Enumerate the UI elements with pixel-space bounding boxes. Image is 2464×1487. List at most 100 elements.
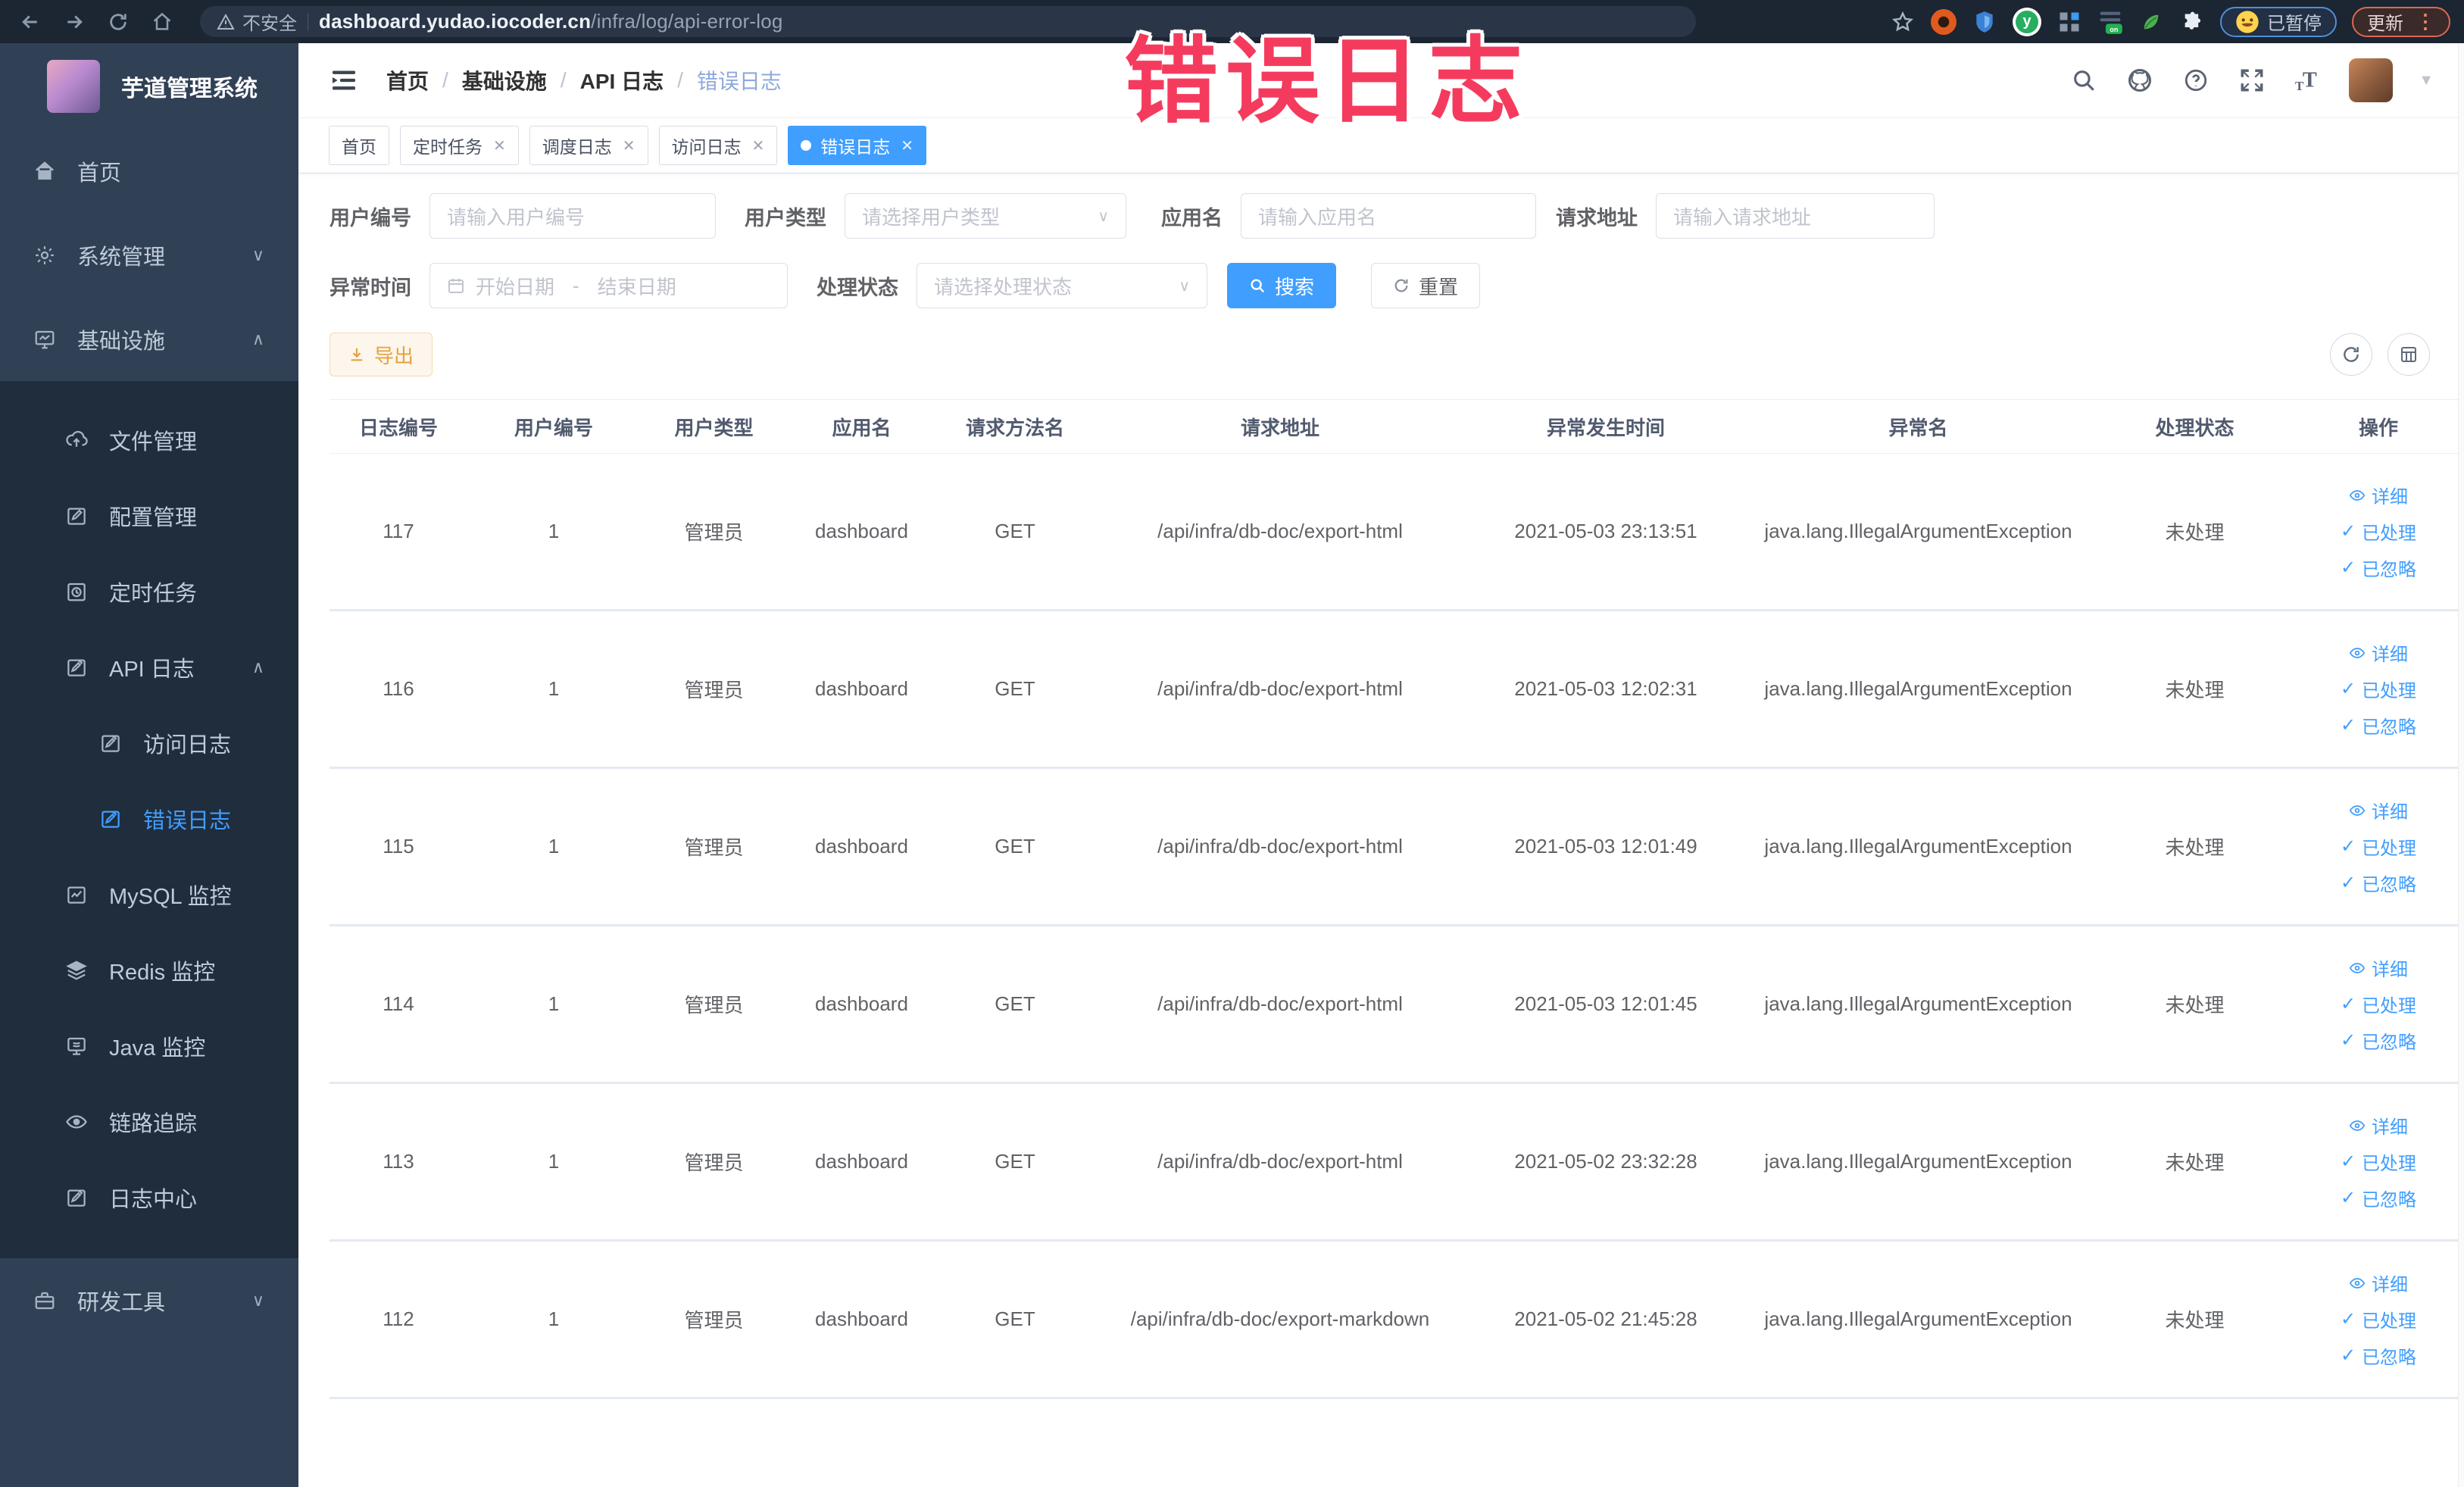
tag-访问日志[interactable]: 访问日志 ✕ [658, 126, 778, 165]
request-url-input[interactable]: 请输入请求地址 [1656, 193, 1935, 239]
mark-processed-link[interactable]: ✓ 已处理 [2341, 1306, 2416, 1332]
mark-ignored-link[interactable]: ✓ 已忽略 [2341, 712, 2416, 739]
breadcrumb-item[interactable]: API 日志 [580, 65, 664, 95]
mark-processed-link[interactable]: ✓ 已处理 [2341, 1148, 2416, 1175]
edit-icon [64, 505, 89, 527]
eye-icon [2349, 1120, 2366, 1131]
security-warning[interactable]: 不安全 [217, 8, 297, 35]
hamburger-icon[interactable] [329, 65, 359, 95]
tag-首页[interactable]: 首页 ✕ [329, 126, 389, 165]
home-icon[interactable] [145, 5, 179, 39]
breadcrumb-item[interactable]: 首页 [386, 65, 429, 95]
export-button[interactable]: 导出 [329, 333, 433, 376]
mark-processed-link[interactable]: ✓ 已处理 [2341, 676, 2416, 702]
fullscreen-icon[interactable] [2237, 65, 2267, 95]
tag-定时任务[interactable]: 定时任务 ✕ [400, 126, 519, 165]
user-id-input[interactable]: 请输入用户编号 [429, 193, 716, 239]
detail-link[interactable]: 详细 [2349, 1112, 2408, 1139]
detail-link[interactable]: 详细 [2349, 954, 2408, 981]
detail-link[interactable]: 详细 [2349, 639, 2408, 666]
shield-extension-icon[interactable] [1972, 9, 1997, 35]
close-icon[interactable]: ✕ [493, 136, 506, 155]
mark-ignored-link[interactable]: ✓ 已忽略 [2341, 1342, 2416, 1369]
mark-ignored-link[interactable]: ✓ 已忽略 [2341, 1027, 2416, 1054]
mark-processed-link[interactable]: ✓ 已处理 [2341, 518, 2416, 545]
help-icon[interactable] [2181, 65, 2211, 95]
sidebar-item-研发工具[interactable]: 研发工具 ∨ [0, 1258, 298, 1342]
detail-link[interactable]: 详细 [2349, 1270, 2408, 1296]
tag-错误日志[interactable]: 错误日志 ✕ [788, 126, 927, 165]
sidebar-item-定时任务[interactable]: 定时任务 [0, 554, 298, 629]
mark-ignored-link[interactable]: ✓ 已忽略 [2341, 555, 2416, 581]
close-icon[interactable]: ✕ [901, 136, 913, 155]
column-settings-button[interactable] [2387, 333, 2430, 376]
page-url: dashboard.yudao.iocoder.cn/infra/log/api… [319, 10, 783, 33]
process-status-select[interactable]: 请选择处理状态 ∨ [917, 263, 1207, 308]
app-name-input[interactable]: 请输入应用名 [1241, 193, 1536, 239]
user-avatar[interactable] [2349, 58, 2394, 102]
breadcrumb-item[interactable]: 基础设施 [462, 65, 547, 95]
forward-icon[interactable] [58, 5, 91, 39]
tag-调度日志[interactable]: 调度日志 ✕ [529, 126, 648, 165]
search-icon[interactable] [2069, 65, 2099, 95]
address-bar[interactable]: 不安全 dashboard.yudao.iocoder.cn/infra/log… [200, 6, 1696, 37]
request-url-label: 请求地址 [1556, 206, 1638, 230]
cell-app-name: dashboard [815, 520, 908, 542]
bookmark-star-icon[interactable] [1890, 9, 1916, 35]
sidebar-item-API-日志[interactable]: API 日志 ∧ [0, 629, 298, 705]
close-icon[interactable]: ✕ [623, 136, 636, 155]
cell-user-id: 1 [548, 835, 560, 858]
cell-user-type: 管理员 [684, 521, 744, 544]
scrollbar[interactable] [2458, 43, 2464, 1487]
table-row: 112 1 管理员 dashboard GET /api/infra/db-do… [329, 1242, 2458, 1399]
grid-extension-icon[interactable] [2056, 9, 2082, 35]
leaf-extension-icon[interactable] [2138, 9, 2164, 35]
mark-ignored-link[interactable]: ✓ 已忽略 [2341, 1185, 2416, 1211]
reload-icon[interactable] [101, 5, 135, 39]
cell-request-url: /api/infra/db-doc/export-html [1157, 835, 1403, 858]
search-button[interactable]: 搜索 [1227, 263, 1337, 308]
svg-text:T: T [2295, 79, 2304, 93]
refresh-table-button[interactable] [2330, 333, 2372, 376]
back-icon[interactable] [14, 5, 47, 39]
exception-time-range-picker[interactable]: 开始日期 - 结束日期 [429, 263, 788, 308]
profile-paused-pill[interactable]: 已暂停 [2220, 6, 2337, 37]
sidebar-item-文件管理[interactable]: 文件管理 [0, 402, 298, 478]
sidebar-item-系统管理[interactable]: 系统管理 ∨ [0, 213, 298, 297]
puzzle-extension-icon[interactable] [2179, 9, 2205, 35]
cell-exception-time: 2021-05-02 21:45:28 [1514, 1307, 1697, 1330]
update-label: 更新 [2367, 14, 2403, 34]
mark-processed-link[interactable]: ✓ 已处理 [2341, 833, 2416, 860]
close-icon[interactable]: ✕ [752, 136, 765, 155]
on-switch-extension-icon[interactable]: on [2097, 9, 2123, 35]
app-logo-row[interactable]: 芋道管理系统 [0, 43, 298, 129]
column-header-日志编号: 日志编号 [358, 416, 438, 439]
sidebar-item-Java-监控[interactable]: Java 监控 [0, 1008, 298, 1084]
column-header-用户编号: 用户编号 [514, 416, 593, 439]
sidebar-item-Redis-监控[interactable]: Redis 监控 [0, 932, 298, 1008]
sidebar-item-访问日志[interactable]: 访问日志 [0, 705, 298, 781]
detail-link[interactable]: 详细 [2349, 482, 2408, 508]
sidebar-item-MySQL-监控[interactable]: MySQL 监控 [0, 857, 298, 932]
detail-link[interactable]: 详细 [2349, 797, 2408, 823]
sidebar-item-基础设施[interactable]: 基础设施 ∧ [0, 297, 298, 381]
sidebar-item-链路追踪[interactable]: 链路追踪 [0, 1084, 298, 1160]
github-icon[interactable] [2125, 65, 2155, 95]
reset-button[interactable]: 重置 [1371, 263, 1481, 308]
sidebar-item-错误日志[interactable]: 错误日志 [0, 781, 298, 857]
green-y-extension-icon[interactable]: y [2013, 7, 2041, 36]
sidebar-item-配置管理[interactable]: 配置管理 [0, 478, 298, 554]
mark-ignored-link[interactable]: ✓ 已忽略 [2341, 870, 2416, 896]
chevron-down-icon: ∨ [1179, 277, 1190, 295]
browser-update-button[interactable]: 更新 ⋮ [2352, 6, 2450, 37]
mark-processed-link[interactable]: ✓ 已处理 [2341, 991, 2416, 1017]
orange-extension-icon[interactable] [1931, 8, 1957, 35]
user-type-select[interactable]: 请选择用户类型 ∨ [845, 193, 1126, 239]
top-navbar: 首页 / 基础设施 / API 日志 / 错误日志 TT ▼ [298, 43, 2464, 117]
sidebar-item-日志中心[interactable]: 日志中心 [0, 1160, 298, 1236]
sidebar-item-首页[interactable]: 首页 [0, 129, 298, 213]
menu-kebab-icon[interactable]: ⋮ [2416, 10, 2435, 33]
avatar-caret-icon[interactable]: ▼ [2419, 72, 2434, 89]
font-size-icon[interactable]: TT [2293, 65, 2323, 95]
eye-icon [2349, 1277, 2366, 1289]
